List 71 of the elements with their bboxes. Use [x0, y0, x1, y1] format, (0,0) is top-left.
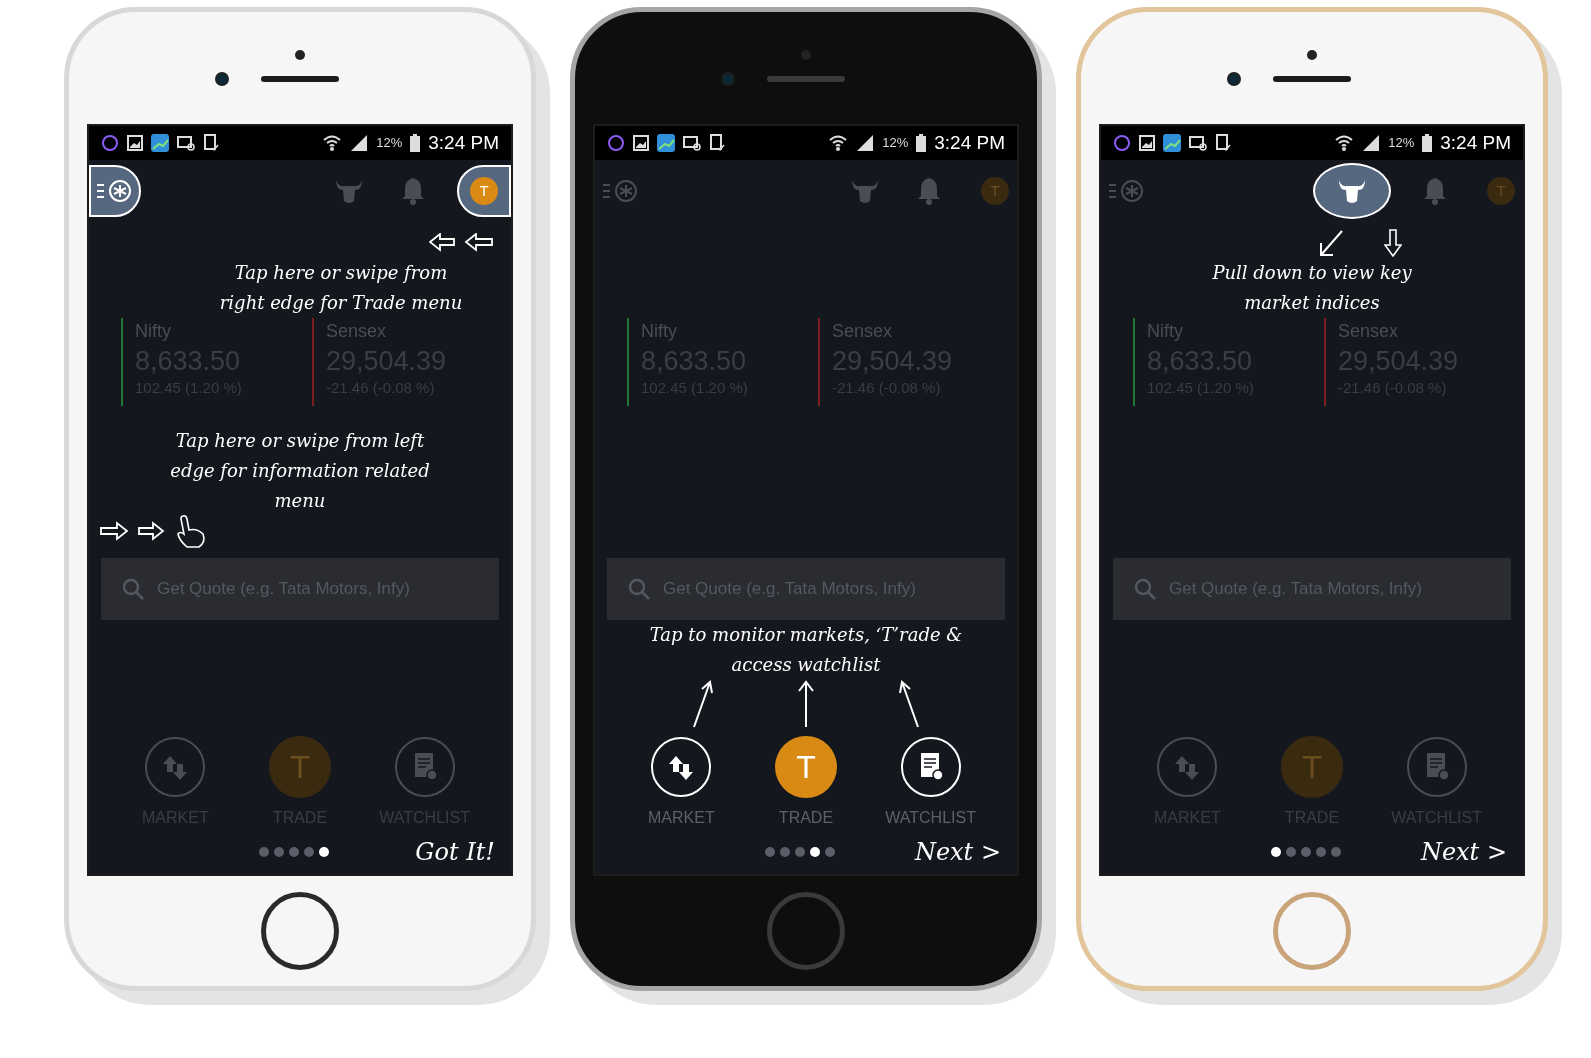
camera-lens: [215, 72, 229, 86]
arrow-icon: [896, 679, 921, 729]
trade-icon: T: [775, 736, 837, 798]
wifi-icon: [1334, 134, 1355, 152]
image-icon: [1139, 135, 1155, 151]
tutorial-hint: Tap here or swipe from left edge for information related menu: [170, 429, 430, 513]
app-icon: [151, 134, 169, 152]
mail-icon: [683, 135, 701, 151]
signal-icon: [350, 134, 369, 152]
status-time: 3:24 PM: [1440, 130, 1511, 155]
down-arrow-icon: [1384, 229, 1402, 257]
front-camera: [295, 50, 305, 60]
account-button[interactable]: T: [457, 165, 511, 217]
tutorial-hint: Tap to monitor markets, ‘T’rade & access watchlist: [648, 623, 964, 677]
search-icon: [121, 577, 145, 601]
up-down-arrows-icon: [144, 736, 207, 798]
status-time: 3:24 PM: [934, 130, 1005, 155]
battery-percent: 12%: [376, 134, 403, 153]
up-down-arrows-icon: [1156, 736, 1219, 798]
bottom-nav-tab[interactable]: WATCHLIST: [875, 736, 986, 830]
bottom-nav-tab[interactable]: MARKET: [626, 736, 737, 830]
tutorial-hint: Pull down to view key market indices: [1211, 261, 1413, 315]
up-down-arrows-icon: [650, 736, 713, 798]
notification-icon: [101, 134, 119, 152]
notepad-search-icon: [899, 736, 962, 798]
notification-icon: [1113, 134, 1131, 152]
search-icon: [627, 577, 651, 601]
bottom-nav-tab[interactable]: T TRADE: [751, 736, 861, 830]
tutorial-action-button[interactable]: Next >: [914, 834, 1001, 870]
avatar: T: [470, 177, 498, 205]
app-icon: [657, 134, 675, 152]
notepad-search-icon: [1405, 736, 1468, 798]
status-time: 3:24 PM: [428, 130, 499, 155]
app-icon: [1163, 134, 1181, 152]
image-icon: [127, 135, 143, 151]
battery-icon: [916, 134, 927, 152]
device-icon: [1215, 134, 1231, 152]
camera-lens: [1227, 72, 1241, 86]
tutorial-hint: Tap here or swipe from right edge for Trade menu: [218, 261, 464, 315]
device-icon: [709, 134, 725, 152]
wifi-icon: [322, 134, 343, 152]
device-icon: [203, 134, 219, 152]
battery-icon: [410, 134, 421, 152]
notification-bell-icon[interactable]: [917, 177, 941, 205]
arrow-icon: [691, 679, 716, 729]
menu-icon: [1108, 179, 1146, 203]
swipe-arrows-icon: [97, 520, 167, 542]
tutorial-action-button[interactable]: Got It!: [415, 834, 495, 870]
signal-icon: [856, 134, 875, 152]
swipe-arrows-icon: [429, 233, 495, 253]
signal-icon: [1362, 134, 1381, 152]
menu-icon: [602, 179, 640, 203]
wifi-icon: [828, 134, 849, 152]
notepad-search-icon: [393, 736, 456, 798]
image-icon: [633, 135, 649, 151]
front-camera: [1307, 50, 1317, 60]
menu-icon: [96, 179, 134, 203]
arrow-icon: [1318, 229, 1344, 257]
notification-icon: [607, 134, 625, 152]
arrow-icon: [796, 679, 816, 729]
notification-bell-icon[interactable]: [401, 177, 425, 205]
mail-icon: [1189, 135, 1207, 151]
battery-percent: 12%: [882, 134, 909, 153]
menu-button[interactable]: [89, 165, 141, 217]
battery-percent: 12%: [1388, 134, 1415, 153]
search-icon: [1133, 577, 1157, 601]
tutorial-action-button[interactable]: Next >: [1420, 834, 1507, 870]
notification-bell-icon[interactable]: [1423, 177, 1447, 205]
mail-icon: [177, 135, 195, 151]
battery-icon: [1422, 134, 1433, 152]
camera-lens: [721, 72, 735, 86]
